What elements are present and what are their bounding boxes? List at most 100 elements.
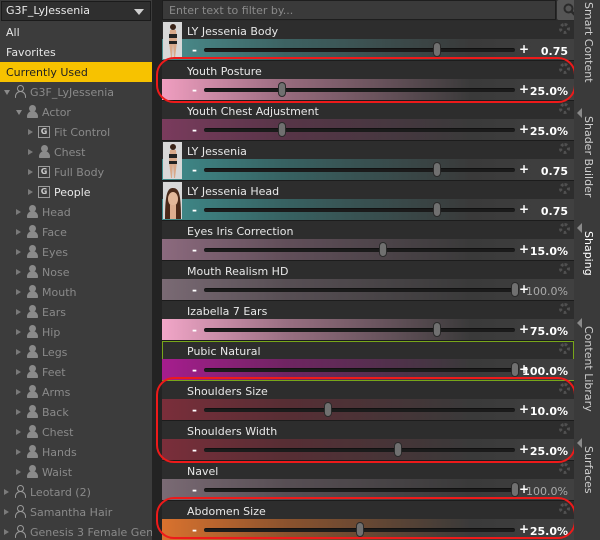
slider-track[interactable] (204, 168, 515, 172)
tree-item[interactable]: Genesis 3 Female Geni... (0, 522, 167, 540)
vertical-tab[interactable]: Shader Builder (574, 108, 600, 225)
gear-icon[interactable] (559, 463, 570, 474)
gear-icon[interactable] (559, 423, 570, 434)
tree-item[interactable]: Face (0, 222, 152, 242)
chevron-down-icon[interactable] (134, 9, 144, 15)
slider-handle[interactable] (277, 122, 286, 137)
decrement-button[interactable]: - (192, 443, 197, 457)
decrement-button[interactable]: - (192, 363, 197, 377)
slider-handle[interactable] (511, 282, 519, 297)
slider-handle[interactable] (324, 402, 333, 417)
tree-item[interactable]: Samantha Hair (0, 502, 152, 522)
gear-icon[interactable] (559, 503, 570, 514)
tree-item[interactable]: G People (0, 182, 152, 202)
slider-track[interactable] (204, 208, 515, 212)
tree-item[interactable]: Mouth (0, 282, 152, 302)
collapsed-arrow-icon[interactable] (16, 409, 21, 415)
slider-row[interactable]: Shoulders Width - +25.0% (162, 421, 574, 461)
tree-item[interactable]: Leotard (2) (0, 482, 152, 502)
slider-value[interactable]: 10.0% (530, 405, 568, 418)
filter-input[interactable]: Enter text to filter by... (162, 0, 556, 20)
panel-divider[interactable] (152, 0, 162, 540)
gear-icon[interactable] (559, 183, 570, 194)
slider-track[interactable] (204, 328, 515, 332)
tree-item[interactable]: Hip (0, 322, 152, 342)
slider-handle[interactable] (433, 42, 442, 57)
expanded-arrow-icon[interactable] (4, 90, 10, 95)
decrement-button[interactable]: - (192, 283, 197, 297)
gear-icon[interactable] (559, 103, 570, 114)
collapsed-arrow-icon[interactable] (16, 309, 21, 315)
slider-value[interactable]: 25.0% (530, 445, 568, 458)
slider-handle[interactable] (433, 322, 442, 337)
collapsed-arrow-icon[interactable] (16, 249, 21, 255)
filter-favorites[interactable]: Favorites (0, 42, 152, 62)
decrement-button[interactable]: - (192, 83, 197, 97)
collapsed-arrow-icon[interactable] (16, 449, 21, 455)
collapsed-arrow-icon[interactable] (28, 189, 33, 195)
vertical-tab[interactable]: Smart Content (574, 0, 600, 110)
filter-all[interactable]: All (0, 22, 152, 42)
increment-button[interactable]: + (519, 122, 529, 136)
increment-button[interactable]: + (519, 442, 529, 456)
slider-row[interactable]: Izabella 7 Ears - +75.0% (162, 301, 574, 341)
slider-handle[interactable] (378, 242, 387, 257)
decrement-button[interactable]: - (192, 123, 197, 137)
collapsed-arrow-icon[interactable] (4, 509, 9, 515)
slider-track[interactable] (204, 368, 515, 372)
slider-value[interactable]: 0.75 (541, 205, 568, 218)
vertical-tab[interactable]: Surfaces (574, 438, 600, 540)
increment-button[interactable]: + (519, 322, 529, 336)
tree-item[interactable]: Eyes (0, 242, 152, 262)
slider-handle[interactable] (433, 202, 442, 217)
slider-handle[interactable] (355, 522, 364, 537)
slider-track[interactable] (204, 488, 515, 492)
increment-button[interactable]: + (519, 42, 529, 56)
slider-row[interactable]: Eyes Iris Correction - +15.0% (162, 221, 574, 261)
slider-row[interactable]: LY Jessenia Head - +0.75 (162, 181, 574, 221)
gear-icon[interactable] (559, 383, 570, 394)
slider-row[interactable]: LY Jessenia Body - +0.75 (162, 21, 574, 61)
tree-item[interactable]: Hands (0, 442, 152, 462)
increment-button[interactable]: + (519, 162, 529, 176)
gear-icon[interactable] (559, 23, 570, 34)
slider-track[interactable] (204, 128, 515, 132)
slider-value[interactable]: 25.0% (530, 85, 568, 98)
gear-icon[interactable] (559, 343, 570, 354)
gear-icon[interactable] (559, 263, 570, 274)
increment-button[interactable]: + (519, 82, 529, 96)
increment-button[interactable]: + (519, 242, 529, 256)
tree-item[interactable]: Arms (0, 382, 152, 402)
collapsed-arrow-icon[interactable] (16, 329, 21, 335)
slider-row[interactable]: Shoulders Size - +10.0% (162, 381, 574, 421)
collapsed-arrow-icon[interactable] (28, 149, 33, 155)
expanded-arrow-icon[interactable] (16, 110, 22, 115)
gear-icon[interactable] (559, 143, 570, 154)
decrement-button[interactable]: - (192, 203, 197, 217)
decrement-button[interactable]: - (192, 243, 197, 257)
slider-track[interactable] (204, 48, 515, 52)
collapsed-arrow-icon[interactable] (28, 169, 33, 175)
decrement-button[interactable]: - (192, 43, 197, 57)
slider-value[interactable]: 25.0% (530, 525, 568, 538)
gear-icon[interactable] (559, 63, 570, 74)
decrement-button[interactable]: - (192, 403, 197, 417)
slider-track[interactable] (204, 88, 515, 92)
slider-value[interactable]: 25.0% (530, 125, 568, 138)
filter-currently-used[interactable]: Currently Used (0, 62, 152, 82)
collapsed-arrow-icon[interactable] (16, 469, 21, 475)
tree-item[interactable]: Head (0, 202, 152, 222)
slider-handle[interactable] (277, 82, 286, 97)
increment-button[interactable]: + (519, 202, 529, 216)
vertical-tab[interactable]: Shaping (574, 223, 600, 320)
slider-row[interactable]: LY Jessenia - +0.75 (162, 141, 574, 181)
slider-handle[interactable] (433, 162, 442, 177)
slider-value[interactable]: 100.0% (522, 365, 568, 378)
slider-row[interactable]: Youth Chest Adjustment - +25.0% (162, 101, 574, 141)
tree-item[interactable]: G3F_LyJessenia (0, 82, 152, 102)
collapsed-arrow-icon[interactable] (16, 209, 21, 215)
slider-track[interactable] (204, 448, 515, 452)
decrement-button[interactable]: - (192, 523, 197, 537)
slider-value[interactable]: 0.75 (541, 165, 568, 178)
slider-row[interactable]: Youth Posture - +25.0% (162, 61, 574, 101)
